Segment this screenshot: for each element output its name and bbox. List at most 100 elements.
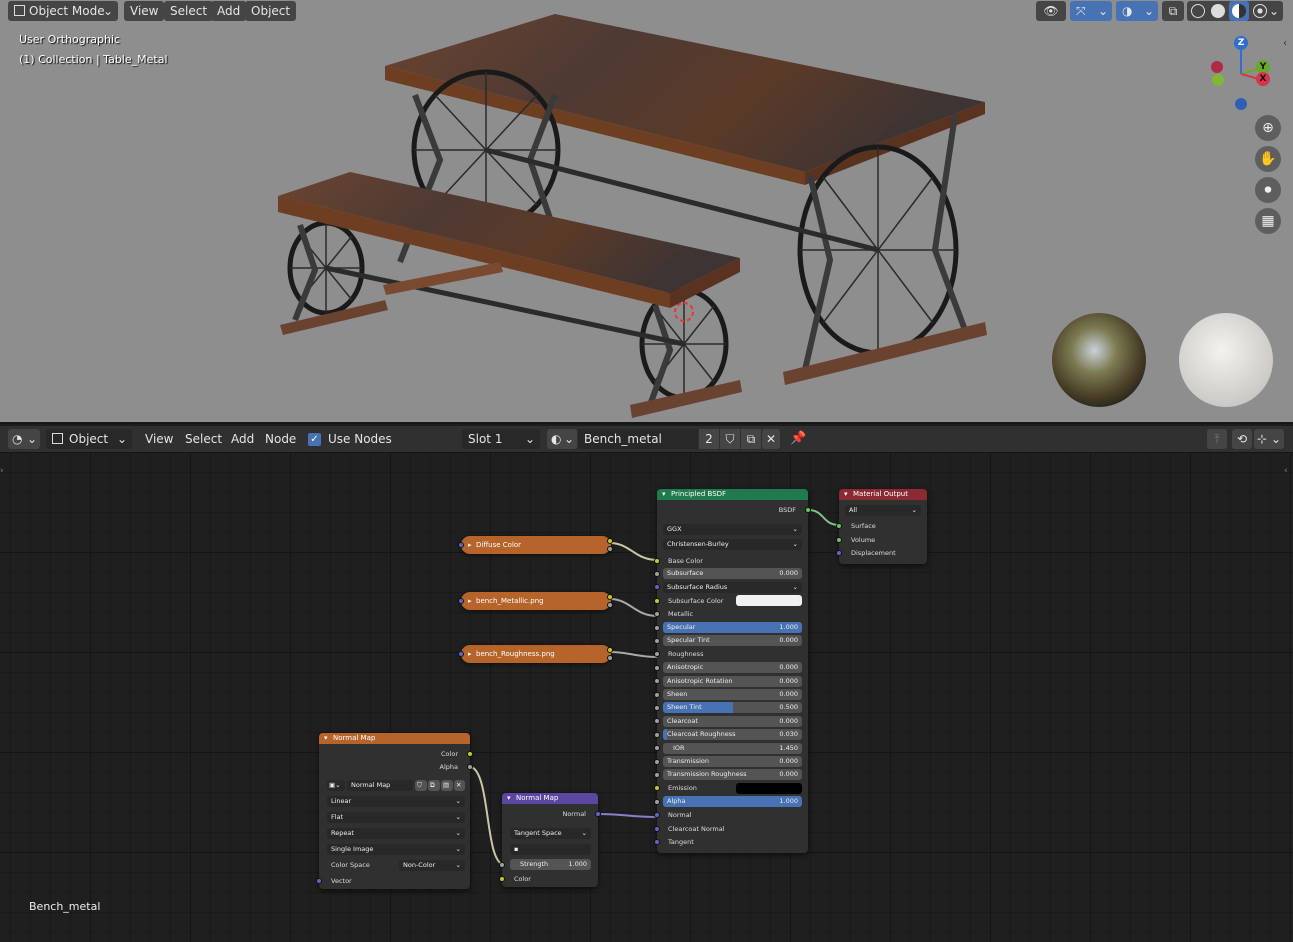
bsdf-input-socket[interactable] <box>654 745 660 752</box>
interpolation-select[interactable]: Linear ⌄ <box>327 796 465 807</box>
bsdf-input-socket[interactable] <box>654 611 660 618</box>
z-axis-icon[interactable]: Z <box>1234 36 1248 50</box>
overlay-toggle[interactable]: ◑ ⌄ <box>1116 1 1158 21</box>
3d-viewport[interactable]: Object Mode ⌄ View Select Add Object 👁 ⤧ ⌄… <box>0 0 1293 424</box>
normal-map-title[interactable]: Normal Map <box>502 793 598 804</box>
material-name-field[interactable]: Bench_metal <box>578 429 698 449</box>
node-editor-canvas[interactable]: › ‹ Principled BSDF BSDF GGX⌄ Christense… <box>0 452 1293 942</box>
duplicate-icon[interactable]: ⧉ <box>741 429 761 449</box>
bsdf-field-anisotropic-rotation[interactable]: Anisotropic Rotation 0.000 <box>663 675 802 687</box>
normal-space-select[interactable]: Tangent Space ⌄ <box>510 828 591 839</box>
bsdf-field-sheen[interactable]: Sheen 0.000 <box>663 689 802 700</box>
parent-node-icon[interactable]: ⤒ <box>1207 429 1227 449</box>
gizmo-toggle[interactable]: ⤧ ⌄ <box>1070 1 1112 21</box>
surface-socket[interactable] <box>836 523 842 529</box>
image-browse-icon[interactable]: ▣⌄ <box>327 780 345 791</box>
bsdf-input-socket[interactable] <box>654 624 660 631</box>
viewport-menu-view[interactable]: View <box>124 1 165 21</box>
bsdf-input-socket[interactable] <box>654 731 660 738</box>
bsdf-field-clearcoat[interactable]: Clearcoat 0.000 <box>663 715 802 727</box>
color-swatch[interactable] <box>736 782 802 794</box>
strength-field[interactable]: Strength 1.000 <box>510 859 591 870</box>
bsdf-label-subsurface-radius[interactable]: Subsurface Radius ⌄ <box>663 581 802 593</box>
fake-user-icon[interactable]: ⛉ <box>415 780 427 791</box>
color-input-socket[interactable] <box>499 876 505 882</box>
bsdf-input-socket[interactable] <box>654 678 660 685</box>
material-output-title[interactable]: Material Output <box>839 489 927 500</box>
bsdf-field-transmission[interactable]: Transmission 0.000 <box>663 756 802 767</box>
image-name-field[interactable]: Normal Map <box>347 780 413 791</box>
close-icon[interactable]: ✕ <box>454 780 465 791</box>
bsdf-input-socket[interactable] <box>654 557 660 564</box>
wireframe-shading-icon[interactable] <box>1191 4 1205 18</box>
bsdf-input-socket[interactable] <box>654 637 660 644</box>
principled-bsdf-node[interactable]: Principled BSDF BSDF GGX⌄ Christensen-Bu… <box>654 489 811 853</box>
snap-icon[interactable]: ⟲ <box>1232 429 1252 449</box>
node-menu-add[interactable]: Add <box>231 429 254 449</box>
metallic-alpha-socket[interactable] <box>607 602 613 608</box>
extension-select[interactable]: Repeat ⌄ <box>327 828 465 839</box>
diffuse-color-node[interactable]: Diffuse Color <box>461 536 611 554</box>
bsdf-field-subsurface[interactable]: Subsurface 0.000 <box>663 568 802 580</box>
bsdf-field-transmission-roughness[interactable]: Transmission Roughness 0.000 <box>663 769 802 781</box>
metallic-color-socket[interactable] <box>607 594 613 600</box>
normal-image-texture-node[interactable]: Normal Map Color Alpha ▣⌄ Normal Map ⛉ ⧉… <box>316 733 473 889</box>
x-axis-icon[interactable]: X <box>1256 72 1270 86</box>
source-select[interactable]: Single Image ⌄ <box>327 844 465 855</box>
metallic-vector-socket[interactable] <box>458 598 464 604</box>
bsdf-field-clearcoat-roughness[interactable]: Clearcoat Roughness 0.030 <box>663 729 802 741</box>
viewport-menu-add[interactable]: Add <box>211 1 247 21</box>
node-menu-view[interactable]: View <box>145 429 173 449</box>
bsdf-field-ior[interactable]: IOR 1.450 <box>663 742 802 754</box>
color-output-socket[interactable] <box>467 751 473 757</box>
shader-type-select[interactable]: Object ⌄ <box>46 429 132 449</box>
diffuse-vector-socket[interactable] <box>458 542 464 548</box>
snap-element-icon[interactable]: ⊹ ⌄ <box>1254 429 1284 449</box>
displacement-socket[interactable] <box>836 550 842 556</box>
bsdf-input-socket[interactable] <box>654 812 660 819</box>
bsdf-input-socket[interactable] <box>654 798 660 805</box>
duplicate-icon[interactable]: ⧉ <box>428 780 440 791</box>
viewport-menu-object[interactable]: Object <box>245 1 297 21</box>
mode-select[interactable]: Object Mode ⌄ <box>8 1 118 21</box>
bsdf-input-socket[interactable] <box>654 584 660 591</box>
bsdf-input-socket[interactable] <box>654 651 660 658</box>
bsdf-field-specular[interactable]: Specular 1.000 <box>663 622 802 633</box>
projection-select[interactable]: Flat ⌄ <box>327 812 465 823</box>
node-menu-node[interactable]: Node <box>265 429 296 449</box>
pan-hand-icon[interactable]: ✋ <box>1255 146 1281 172</box>
slot-select[interactable]: Slot 1 ⌄ <box>462 429 540 449</box>
open-folder-icon[interactable]: ▤ <box>441 780 453 791</box>
grid-view-icon[interactable]: ▦ <box>1255 208 1281 234</box>
principled-bsdf-title[interactable]: Principled BSDF <box>657 489 808 500</box>
volume-socket[interactable] <box>836 537 842 543</box>
roughness-vector-socket[interactable] <box>458 651 464 657</box>
bsdf-input-socket[interactable] <box>654 704 660 711</box>
sidebar-toggle-icon[interactable]: ‹ <box>1283 38 1287 49</box>
bsdf-field-alpha[interactable]: Alpha 1.000 <box>663 796 802 808</box>
normal-map-node[interactable]: Normal Map Normal Tangent Space⌄ ▪ Stren… <box>499 793 601 887</box>
unlink-close-icon[interactable]: ✕ <box>762 429 780 449</box>
bsdf-field-anisotropic[interactable]: Anisotropic 0.000 <box>663 662 802 674</box>
camera-icon[interactable]: ⏺ <box>1255 177 1281 203</box>
normal-output-socket[interactable] <box>595 811 601 817</box>
alpha-output-socket[interactable] <box>467 764 473 770</box>
xray-toggle[interactable]: ⧉ <box>1162 1 1184 21</box>
bsdf-field-sheen-tint[interactable]: Sheen Tint 0.500 <box>663 702 802 714</box>
color-swatch[interactable] <box>736 595 802 607</box>
distribution-select[interactable]: GGX ⌄ <box>663 524 802 535</box>
visibility-button[interactable]: 👁 <box>1036 1 1066 21</box>
bsdf-input-socket[interactable] <box>654 758 660 765</box>
solid-shading-icon[interactable] <box>1211 4 1225 18</box>
output-target-select[interactable]: All ⌄ <box>845 505 921 516</box>
normal-image-title[interactable]: Normal Map <box>319 733 470 744</box>
metallic-texture-node[interactable]: bench_Metallic.png <box>461 592 611 610</box>
vector-input-socket[interactable] <box>316 878 322 884</box>
bsdf-input-socket[interactable] <box>654 597 660 604</box>
roughness-alpha-socket[interactable] <box>607 655 613 661</box>
bsdf-field-specular-tint[interactable]: Specular Tint 0.000 <box>663 635 802 647</box>
shading-modes[interactable]: ⌄ <box>1187 1 1283 21</box>
bsdf-input-socket[interactable] <box>654 691 660 698</box>
color-space-select[interactable]: Non-Color ⌄ <box>399 860 465 871</box>
fake-user-icon[interactable]: ⛉ <box>720 429 740 449</box>
